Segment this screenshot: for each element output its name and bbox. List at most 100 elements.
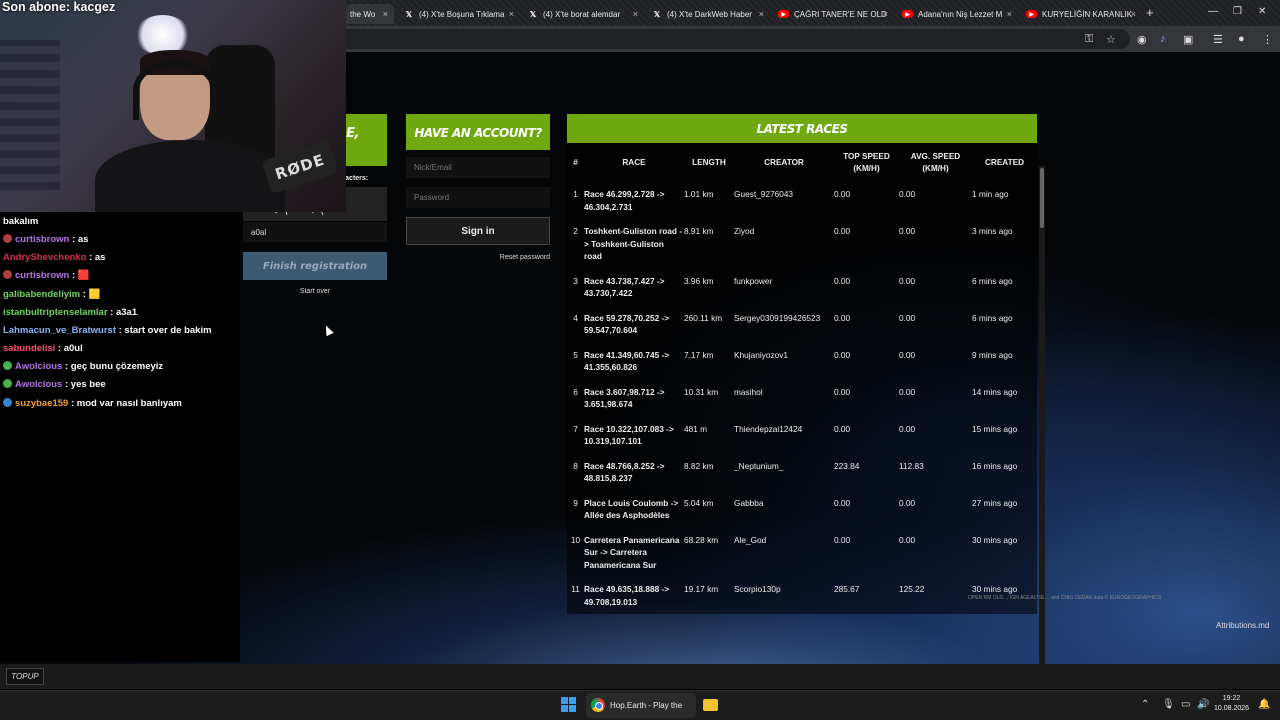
chat-username[interactable]: suzybae159 bbox=[15, 398, 68, 409]
race-name-cell[interactable]: Race 49.635,18.888 -> 49.708,19.013 bbox=[584, 578, 684, 614]
acoustic-panel bbox=[0, 40, 60, 190]
finish-registration-button[interactable]: Finish registration bbox=[243, 252, 387, 280]
avg-speed-cell: 0.00 bbox=[899, 312, 916, 323]
captcha-input[interactable] bbox=[243, 222, 387, 242]
race-name-cell[interactable]: Carretera Panamericana Sur -> Carretera … bbox=[584, 529, 684, 579]
chat-username[interactable]: Awolcious bbox=[15, 379, 62, 390]
taskbar-clock[interactable]: 19:22 10.08.2026 bbox=[1214, 694, 1249, 714]
restore-icon[interactable]: ❐ bbox=[1233, 6, 1242, 17]
kebab-menu-icon[interactable]: ⋮ bbox=[1262, 33, 1273, 46]
races-scrollbar-thumb[interactable] bbox=[1040, 168, 1044, 228]
chat-message: curtisbrown : 🟥 bbox=[3, 270, 90, 281]
race-name-cell[interactable]: Race 59.278,70.252 -> 59.547,70.604 bbox=[584, 307, 684, 344]
chat-text: : a3a1 bbox=[110, 307, 138, 318]
nick-email-input[interactable] bbox=[406, 157, 550, 178]
tab-youtube-1[interactable]: ▶ ÇAĞRI TANER'E NE OLD × bbox=[774, 4, 894, 24]
tab-x-3[interactable]: 𝕏 (4) X'te DarkWeb Haber × bbox=[648, 4, 770, 24]
length-cell: 7.17 km bbox=[684, 349, 714, 360]
close-icon[interactable]: × bbox=[1007, 9, 1012, 19]
race-name-cell[interactable]: Race 3.607,98.712 -> 3.651,98.674 bbox=[584, 381, 684, 418]
race-name-cell[interactable]: Race 10.322,107.083 -> 10.319,107.101 bbox=[584, 418, 684, 455]
windows-start-icon[interactable] bbox=[561, 697, 576, 712]
tab-youtube-2[interactable]: ▶ Adana'nın Niş Lezzet M × bbox=[898, 4, 1018, 24]
webcam-overlay: RØDE Son abone: kacgez bbox=[0, 0, 346, 212]
length-cell: 5.04 km bbox=[684, 497, 714, 508]
chat-username[interactable]: Awolcious bbox=[15, 361, 62, 372]
file-explorer-icon[interactable] bbox=[703, 699, 718, 711]
chat-text: : mod var nasıl banlıyam bbox=[70, 398, 182, 409]
table-row[interactable]: 1 Race 46.299,2.728 -> 46.304,2.731 1.01 k… bbox=[567, 183, 1037, 220]
table-row[interactable]: 3 Race 43.738,7.427 -> 43.730,7.422 3.96 k… bbox=[567, 270, 1037, 307]
chat-username[interactable]: curtisbrown bbox=[15, 270, 69, 281]
stream-chat: bakalım curtisbrown : as AndryShevchenko :… bbox=[0, 212, 240, 662]
close-icon[interactable]: × bbox=[509, 9, 514, 19]
attributions-link[interactable]: Attributions.md bbox=[1216, 621, 1269, 630]
close-icon[interactable]: × bbox=[883, 9, 888, 19]
network-icon[interactable]: ▭ bbox=[1181, 699, 1190, 710]
window-close-icon[interactable]: ✕ bbox=[1258, 6, 1266, 17]
close-icon[interactable]: × bbox=[1131, 9, 1136, 19]
reset-password-link[interactable]: Reset password bbox=[406, 254, 550, 261]
minimize-icon[interactable]: — bbox=[1208, 6, 1218, 17]
close-icon[interactable]: × bbox=[633, 9, 638, 19]
table-row[interactable]: 9 Place Louis Coulomb -> Allée des Asphod… bbox=[567, 492, 1037, 529]
sign-in-button[interactable]: Sign in bbox=[406, 217, 550, 245]
chat-username[interactable]: curtisbrown bbox=[15, 234, 69, 245]
close-icon[interactable]: × bbox=[759, 9, 764, 19]
rank-cell: 1 bbox=[573, 189, 578, 199]
race-name-cell[interactable]: Race 46.299,2.728 -> 46.304,2.731 bbox=[584, 183, 684, 220]
tab-youtube-3[interactable]: ▶ KURYELİĞİN KARANLIK × bbox=[1022, 4, 1142, 24]
race-name-cell[interactable]: Place Louis Coulomb -> Allée des Asphodè… bbox=[584, 492, 684, 529]
table-row[interactable]: 11 Race 49.635,18.888 -> 49.708,19.013 19.… bbox=[567, 578, 1037, 614]
extension-icon[interactable]: ◉ bbox=[1137, 33, 1147, 46]
puzzle-icon[interactable]: ▣ bbox=[1183, 33, 1193, 46]
race-name-cell[interactable]: Race 41.349,60.745 -> 41.355,60.826 bbox=[584, 344, 684, 381]
tab-x-2[interactable]: 𝕏 (4) X'te borat alemdar × bbox=[524, 4, 644, 24]
new-tab-icon[interactable]: + bbox=[1146, 5, 1154, 20]
race-name-cell[interactable]: Race 43.738,7.427 -> 43.730,7.422 bbox=[584, 270, 684, 307]
table-row[interactable]: 6 Race 3.607,98.712 -> 3.651,98.674 10.31 … bbox=[567, 381, 1037, 418]
table-row[interactable]: 2 Toshkent-Guliston road -> Toshkent-Guli… bbox=[567, 220, 1037, 270]
races-scrollbar[interactable] bbox=[1039, 166, 1045, 666]
top-speed-cell: 0.00 bbox=[834, 275, 851, 286]
chat-username[interactable]: istanbultriptenselamlar bbox=[3, 307, 108, 318]
table-row[interactable]: 5 Race 41.349,60.745 -> 41.355,60.826 7.17… bbox=[567, 344, 1037, 381]
media-icon[interactable]: ♪ bbox=[1160, 33, 1166, 45]
table-row[interactable]: 10 Carretera Panamericana Sur -> Carreter… bbox=[567, 529, 1037, 579]
microphone-icon[interactable]: 🎙 bbox=[1162, 699, 1175, 710]
race-name-cell[interactable]: Race 48.766,8.252 -> 48.815,8.237 bbox=[584, 455, 684, 492]
avg-speed-cell: 0.00 bbox=[899, 497, 916, 508]
rank-cell: 7 bbox=[573, 423, 578, 434]
profile-avatar-icon[interactable]: ● bbox=[1238, 33, 1245, 45]
chat-username[interactable]: sabundelisi bbox=[3, 343, 55, 354]
tab-label: (4) X'te DarkWeb Haber bbox=[667, 9, 752, 19]
start-over-link[interactable]: Start over bbox=[243, 288, 387, 295]
tab-search-icon[interactable]: ☰ bbox=[1213, 33, 1223, 46]
tray-chevron-icon[interactable]: ⌃ bbox=[1141, 699, 1149, 710]
race-name-cell[interactable]: Toshkent-Guliston road -> Toshkent-Gulis… bbox=[584, 220, 684, 270]
chat-text: : 🟨 bbox=[82, 289, 101, 300]
rank-cell: 11 bbox=[571, 584, 580, 594]
chat-username[interactable]: galibabendeliyim bbox=[3, 289, 80, 300]
volume-icon[interactable]: 🔊 bbox=[1197, 699, 1209, 710]
creator-cell: Gabbba bbox=[734, 497, 764, 508]
key-icon[interactable]: ⚿ bbox=[1085, 33, 1093, 46]
col-header-creator: CREATOR bbox=[764, 158, 804, 167]
chat-username[interactable]: AndryShevchenko bbox=[3, 252, 86, 263]
topup-button[interactable]: TOPUP bbox=[6, 668, 44, 685]
chat-username[interactable]: Lahmacun_ve_Bratwurst bbox=[3, 325, 116, 336]
chat-message: curtisbrown : as bbox=[3, 234, 88, 245]
tab-label: ÇAĞRI TANER'E NE OLD bbox=[794, 9, 887, 19]
table-row[interactable]: 4 Race 59.278,70.252 -> 59.547,70.604 260.… bbox=[567, 307, 1037, 344]
table-row[interactable]: 7 Race 10.322,107.083 -> 10.319,107.101 48… bbox=[567, 418, 1037, 455]
col-header-created: CREATED bbox=[985, 158, 1024, 167]
top-speed-cell: 0.00 bbox=[834, 226, 851, 236]
address-bar[interactable] bbox=[330, 29, 1130, 49]
tab-hop-earth[interactable]: the Wo × bbox=[346, 4, 394, 24]
password-input[interactable] bbox=[406, 187, 550, 208]
tab-x-1[interactable]: 𝕏 (4) X'te Boşuna Tıklama × bbox=[400, 4, 520, 24]
close-icon[interactable]: × bbox=[383, 9, 388, 19]
table-row[interactable]: 8 Race 48.766,8.252 -> 48.815,8.237 8.82 k… bbox=[567, 455, 1037, 492]
notification-icon[interactable]: 🔔 bbox=[1258, 699, 1270, 710]
bookmark-star-icon[interactable]: ☆ bbox=[1106, 33, 1116, 46]
